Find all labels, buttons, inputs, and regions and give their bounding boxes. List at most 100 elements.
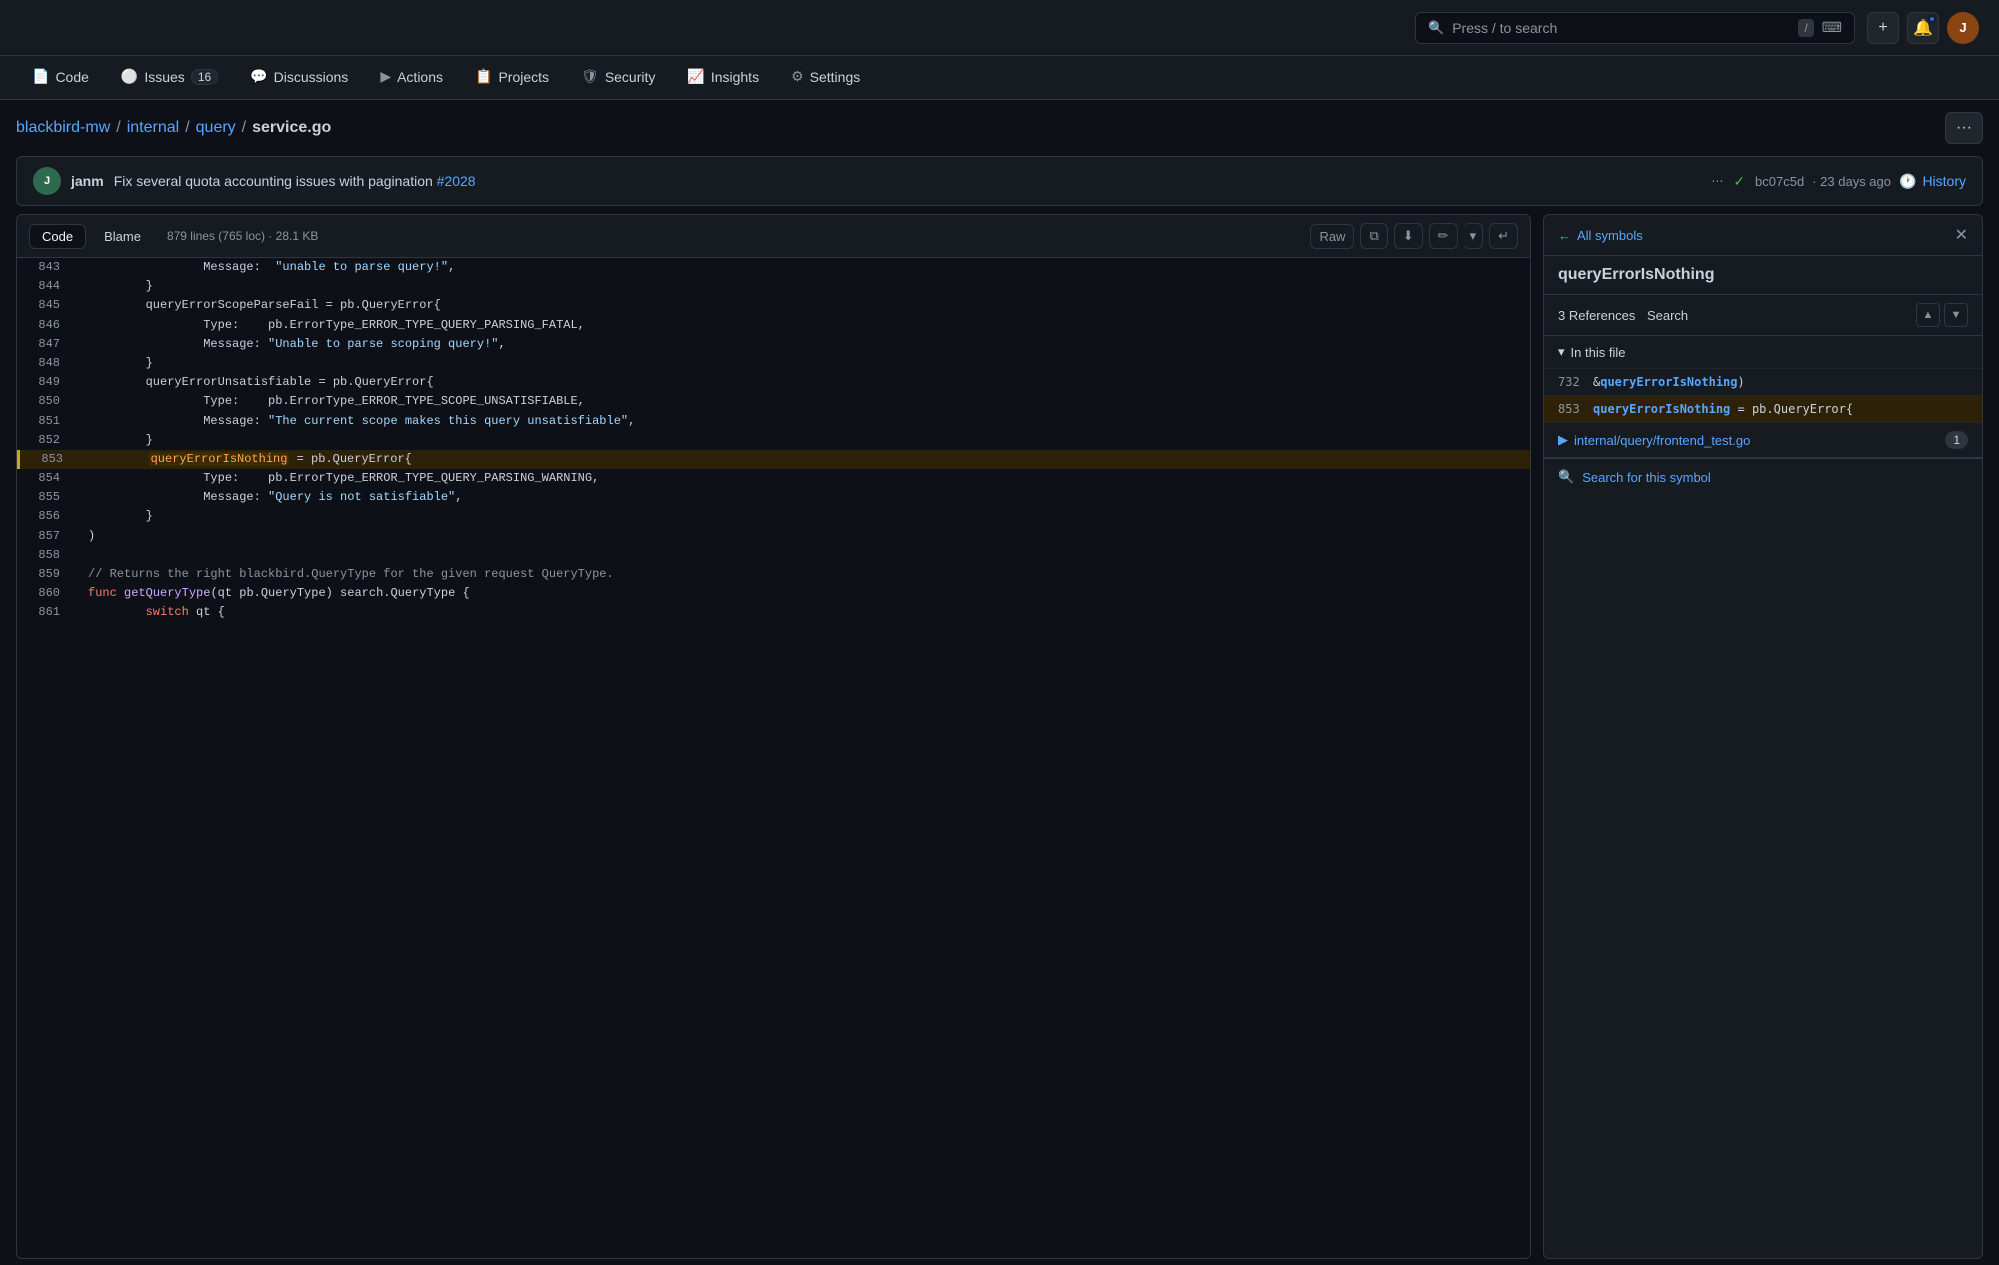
code-panel: Code Blame 879 lines (765 loc) · 28.1 KB…: [16, 214, 1531, 1259]
code-line-848: 848 }: [17, 354, 1530, 373]
chevron-down-icon: ▾: [1558, 344, 1565, 360]
code-line-847: 847 Message: "Unable to parse scoping qu…: [17, 335, 1530, 354]
plus-icon: +: [1878, 19, 1887, 37]
file-options-button[interactable]: ···: [1945, 112, 1983, 144]
symbols-refs-bar: 3 References Search ▲ ▼: [1544, 295, 1982, 336]
topbar: 🔍 Press / to search / ⌨ + 🔔 J: [0, 0, 1999, 56]
breadcrumb-sep-1: /: [116, 119, 120, 137]
avatar[interactable]: J: [1947, 12, 1979, 44]
breadcrumb-sep-2: /: [185, 119, 189, 137]
main-content: Code Blame 879 lines (765 loc) · 28.1 KB…: [16, 214, 1983, 1259]
download-button[interactable]: ⬇: [1394, 223, 1423, 249]
breadcrumb-query[interactable]: query: [196, 119, 236, 137]
code-line-853: 853 queryErrorIsNothing = pb.QueryError{: [17, 450, 1530, 469]
actions-icon: ▶: [380, 68, 391, 85]
tab-actions[interactable]: ▶ Actions: [364, 56, 459, 99]
code-line-852: 852 }: [17, 431, 1530, 450]
symbols-header: ← All symbols ✕: [1544, 215, 1982, 256]
refs-nav-up[interactable]: ▲: [1916, 303, 1940, 327]
commit-meta-icon: ⋯: [1711, 174, 1723, 188]
commit-right: bc07c5d · 23 days ago 🕐 History: [1755, 173, 1966, 190]
breadcrumb: blackbird-mw / internal / query / servic…: [16, 119, 331, 137]
search-kbd: /: [1798, 19, 1813, 37]
code-line-846: 846 Type: pb.ErrorType_ERROR_TYPE_QUERY_…: [17, 316, 1530, 335]
wrap-button[interactable]: ↵: [1489, 223, 1518, 249]
tab-projects[interactable]: 📋 Projects: [459, 56, 565, 99]
breadcrumb-bar: blackbird-mw / internal / query / servic…: [0, 100, 1999, 156]
tab-insights[interactable]: 📈 Insights: [671, 56, 775, 99]
nav-tabs: 📄 Code ⚪ Issues 16 💬 Discussions ▶ Actio…: [0, 56, 1999, 100]
symbols-panel: ← All symbols ✕ queryErrorIsNothing 3 Re…: [1543, 214, 1983, 1259]
raw-button[interactable]: Raw: [1310, 224, 1354, 249]
tab-discussions[interactable]: 💬 Discussions: [234, 56, 364, 99]
code-line-851: 851 Message: "The current scope makes th…: [17, 412, 1530, 431]
in-this-file-header[interactable]: ▾ In this file: [1544, 336, 1982, 369]
edit-button[interactable]: ✏: [1429, 223, 1458, 249]
refs-count: 3 References Search: [1558, 308, 1688, 323]
code-line-861: 861 switch qt {: [17, 603, 1530, 622]
commit-avatar: J: [33, 167, 61, 195]
search-icon: 🔍: [1558, 469, 1574, 485]
terminal-icon: ⌨: [1822, 19, 1842, 36]
commit-hash: bc07c5d: [1755, 174, 1804, 189]
code-content[interactable]: 843 Message: "unable to parse query!", 8…: [17, 258, 1530, 1258]
tab-settings[interactable]: ⚙ Settings: [775, 56, 876, 99]
search-bar[interactable]: 🔍 Press / to search / ⌨: [1415, 12, 1855, 44]
pr-link[interactable]: #2028: [437, 173, 476, 189]
code-line-844: 844 }: [17, 277, 1530, 296]
ref-item-853[interactable]: 853 queryErrorIsNothing = pb.QueryError{: [1544, 396, 1982, 423]
symbols-back-button[interactable]: ← All symbols: [1558, 228, 1643, 243]
search-icon: 🔍: [1428, 20, 1444, 36]
file-count-badge: 1: [1945, 431, 1968, 449]
add-button[interactable]: +: [1867, 12, 1899, 44]
code-line-854: 854 Type: pb.ErrorType_ERROR_TYPE_QUERY_…: [17, 469, 1530, 488]
issues-badge: 16: [191, 69, 218, 85]
projects-icon: 📋: [475, 68, 492, 85]
tab-security[interactable]: 🛡 Security: [565, 56, 671, 99]
code-line-849: 849 queryErrorUnsatisfiable = pb.QueryEr…: [17, 373, 1530, 392]
insights-icon: 📈: [687, 68, 704, 85]
tab-issues[interactable]: ⚪ Issues 16: [105, 56, 234, 99]
file-group-header[interactable]: ▶ internal/query/frontend_test.go 1: [1544, 423, 1982, 457]
search-placeholder: Press / to search: [1452, 20, 1790, 36]
code-toolbar: Code Blame 879 lines (765 loc) · 28.1 KB…: [17, 215, 1530, 258]
symbols-close-button[interactable]: ✕: [1955, 225, 1968, 245]
more-button[interactable]: ▾: [1464, 223, 1484, 249]
symbols-content: ▾ In this file 732 &queryErrorIsNothing)…: [1544, 336, 1982, 1258]
breadcrumb-internal[interactable]: internal: [127, 119, 179, 137]
code-line-859: 859 // Returns the right blackbird.Query…: [17, 565, 1530, 584]
tab-code[interactable]: 📄 Code: [16, 56, 105, 99]
ref-item-732[interactable]: 732 &queryErrorIsNothing): [1544, 369, 1982, 396]
code-line-850: 850 Type: pb.ErrorType_ERROR_TYPE_SCOPE_…: [17, 392, 1530, 411]
copy-button[interactable]: ⧉: [1360, 223, 1387, 249]
breadcrumb-file: service.go: [252, 119, 331, 137]
issues-icon: ⚪: [121, 68, 138, 85]
refs-nav-down[interactable]: ▼: [1944, 303, 1968, 327]
commit-message: Fix several quota accounting issues with…: [114, 173, 1698, 189]
back-arrow-icon: ←: [1558, 228, 1571, 243]
history-button[interactable]: 🕐 History: [1899, 173, 1966, 190]
commit-time: · 23 days ago: [1812, 174, 1891, 189]
code-tab-button[interactable]: Code: [29, 224, 86, 249]
code-line-857: 857 ): [17, 527, 1530, 546]
file-group-frontend-test: ▶ internal/query/frontend_test.go 1: [1544, 423, 1982, 458]
breadcrumb-repo[interactable]: blackbird-mw: [16, 119, 110, 137]
code-line-860: 860 func getQueryType(qt pb.QueryType) s…: [17, 584, 1530, 603]
symbols-title: queryErrorIsNothing: [1544, 256, 1982, 295]
security-icon: 🛡: [581, 68, 599, 85]
file-name: ▶ internal/query/frontend_test.go: [1558, 432, 1750, 448]
notification-dot: [1928, 15, 1936, 23]
breadcrumb-sep-3: /: [242, 119, 246, 137]
refs-nav: ▲ ▼: [1916, 303, 1968, 327]
chevron-right-icon: ▶: [1558, 432, 1568, 448]
search-symbol-button[interactable]: 🔍 Search for this symbol: [1544, 458, 1982, 495]
commit-username: janm: [71, 173, 104, 189]
notifications-button[interactable]: 🔔: [1907, 12, 1939, 44]
blame-tab-button[interactable]: Blame: [92, 225, 153, 248]
code-line-845: 845 queryErrorScopeParseFail = pb.QueryE…: [17, 296, 1530, 315]
refs-search-link[interactable]: Search: [1647, 308, 1688, 323]
code-line-856: 856 }: [17, 507, 1530, 526]
settings-icon: ⚙: [791, 68, 804, 85]
code-line-843: 843 Message: "unable to parse query!",: [17, 258, 1530, 277]
discussions-icon: 💬: [250, 68, 267, 85]
